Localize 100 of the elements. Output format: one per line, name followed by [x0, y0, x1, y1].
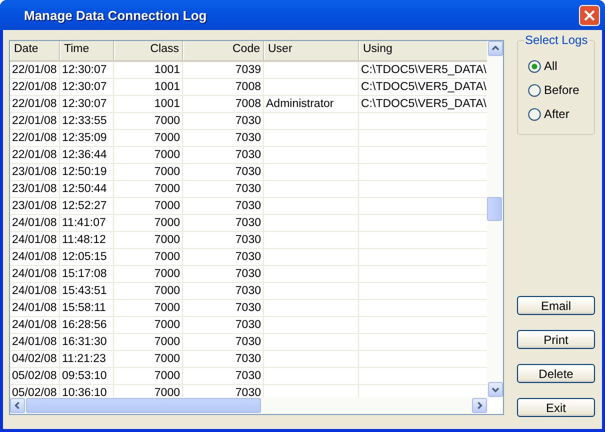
dialog-button[interactable]: Delete [517, 364, 595, 383]
dialog-button[interactable]: Email [517, 296, 595, 315]
table-cell: 7030 [183, 300, 264, 317]
scroll-thumb[interactable] [26, 398, 261, 413]
table-cell: 12:50:44 [60, 181, 114, 198]
table-cell: 16:31:30 [60, 334, 114, 351]
table-cell: 24/01/08 [10, 317, 60, 334]
radio-button[interactable] [528, 108, 541, 120]
table-cell: 7030 [183, 130, 264, 147]
radio-button[interactable] [528, 60, 541, 72]
table-cell: 7000 [114, 317, 183, 334]
scroll-right-icon[interactable] [472, 398, 487, 413]
table-cell: 22/01/08 [10, 113, 60, 130]
vertical-scrollbar[interactable] [487, 41, 503, 397]
table-cell: 7000 [114, 113, 183, 130]
column-header[interactable]: User [264, 41, 359, 60]
table-cell: 7030 [183, 215, 264, 232]
table-cell: 22/01/08 [10, 130, 60, 147]
table-cell: 12:30:07 [60, 79, 114, 96]
dialog-button[interactable]: Exit [517, 398, 595, 417]
column-header[interactable]: Code [183, 41, 264, 60]
table-cell: 7030 [183, 317, 264, 334]
scroll-thumb[interactable] [487, 197, 502, 221]
table-cell: 12:05:15 [60, 249, 114, 266]
table-cell: 7000 [114, 368, 183, 385]
table-cell: 7000 [114, 198, 183, 215]
table-cell: 15:58:11 [60, 300, 114, 317]
table-cell: 1001 [114, 79, 183, 96]
table-cell: 7000 [114, 283, 183, 300]
table-cell: 7000 [114, 164, 183, 181]
table-cell: 7000 [114, 130, 183, 147]
table-cell: 15:43:51 [60, 283, 114, 300]
table-cell: 12:30:07 [60, 96, 114, 113]
table-cell: 12:50:19 [60, 164, 114, 181]
table-cell: 15:17:08 [60, 266, 114, 283]
table-cell: 22/01/08 [10, 96, 60, 113]
table-cell: 7030 [183, 147, 264, 164]
table-cell: 24/01/08 [10, 283, 60, 300]
table-cell: 12:35:09 [60, 130, 114, 147]
table-cell: 7030 [183, 334, 264, 351]
table-cell: 24/01/08 [10, 215, 60, 232]
table-cell: 7030 [183, 113, 264, 130]
table-cell: 7008 [183, 79, 264, 96]
table-cell: 24/01/08 [10, 266, 60, 283]
table-cell: 24/01/08 [10, 249, 60, 266]
radio-label[interactable]: After [544, 107, 570, 121]
close-icon[interactable] [579, 4, 600, 26]
table-cell: 12:36:44 [60, 147, 114, 164]
table-cell: 1001 [114, 96, 183, 113]
table-cell: 11:41:07 [60, 215, 114, 232]
table-cell: 12:30:07 [60, 62, 114, 79]
radio-label[interactable]: Before [544, 83, 580, 97]
table-cell: 22/01/08 [10, 147, 60, 164]
table-cell: 7000 [114, 334, 183, 351]
table-cell: 7000 [114, 232, 183, 249]
table-cell: 7030 [183, 164, 264, 181]
table-cell: 11:21:23 [60, 351, 114, 368]
table-cell: 12:33:55 [60, 113, 114, 130]
table-cell: 7000 [114, 300, 183, 317]
table-cell: 7000 [114, 215, 183, 232]
column-header[interactable]: Date [10, 41, 60, 60]
table-cell: 7000 [114, 351, 183, 368]
table-cell: 7000 [114, 181, 183, 198]
table-cell: 23/01/08 [10, 181, 60, 198]
table-cell: 16:28:56 [60, 317, 114, 334]
table-cell: 7000 [114, 266, 183, 283]
table-cell: 24/01/08 [10, 300, 60, 317]
scroll-up-icon[interactable] [488, 41, 503, 56]
table-cell: 05/02/08 [10, 368, 60, 385]
table-cell: 1001 [114, 62, 183, 79]
window-title: Manage Data Connection Log [24, 8, 207, 22]
table-cell: 7000 [114, 147, 183, 164]
scroll-down-icon[interactable] [488, 382, 503, 397]
table-cell: 23/01/08 [10, 198, 60, 215]
table-cell: 7030 [183, 198, 264, 215]
horizontal-scrollbar[interactable] [10, 397, 488, 414]
table-cell: 04/02/08 [10, 351, 60, 368]
table-cell: 22/01/08 [10, 79, 60, 96]
table-cell: 7000 [114, 249, 183, 266]
table-cell: 7008 [183, 96, 264, 113]
table-cell: 24/01/08 [10, 334, 60, 351]
column-header[interactable]: Class [114, 41, 183, 60]
table-cell: 7030 [183, 181, 264, 198]
column-header[interactable]: Time [60, 41, 114, 60]
table-cell: Administrator [264, 96, 359, 113]
table-cell: 22/01/08 [10, 62, 60, 79]
table-cell: 7030 [183, 266, 264, 283]
table-cell: 12:52:27 [60, 198, 114, 215]
table-cell: 7030 [183, 368, 264, 385]
table-cell: 7030 [183, 232, 264, 249]
table-cell: 7030 [183, 283, 264, 300]
dialog-button[interactable]: Print [517, 330, 595, 349]
table-cell: 11:48:12 [60, 232, 114, 249]
scroll-left-icon[interactable] [10, 398, 25, 413]
group-title: Select Logs [524, 33, 589, 47]
radio-label[interactable]: All [544, 59, 558, 73]
radio-button[interactable] [528, 84, 541, 96]
table-cell: 24/01/08 [10, 232, 60, 249]
table-cell: 7030 [183, 249, 264, 266]
table-cell: 23/01/08 [10, 164, 60, 181]
